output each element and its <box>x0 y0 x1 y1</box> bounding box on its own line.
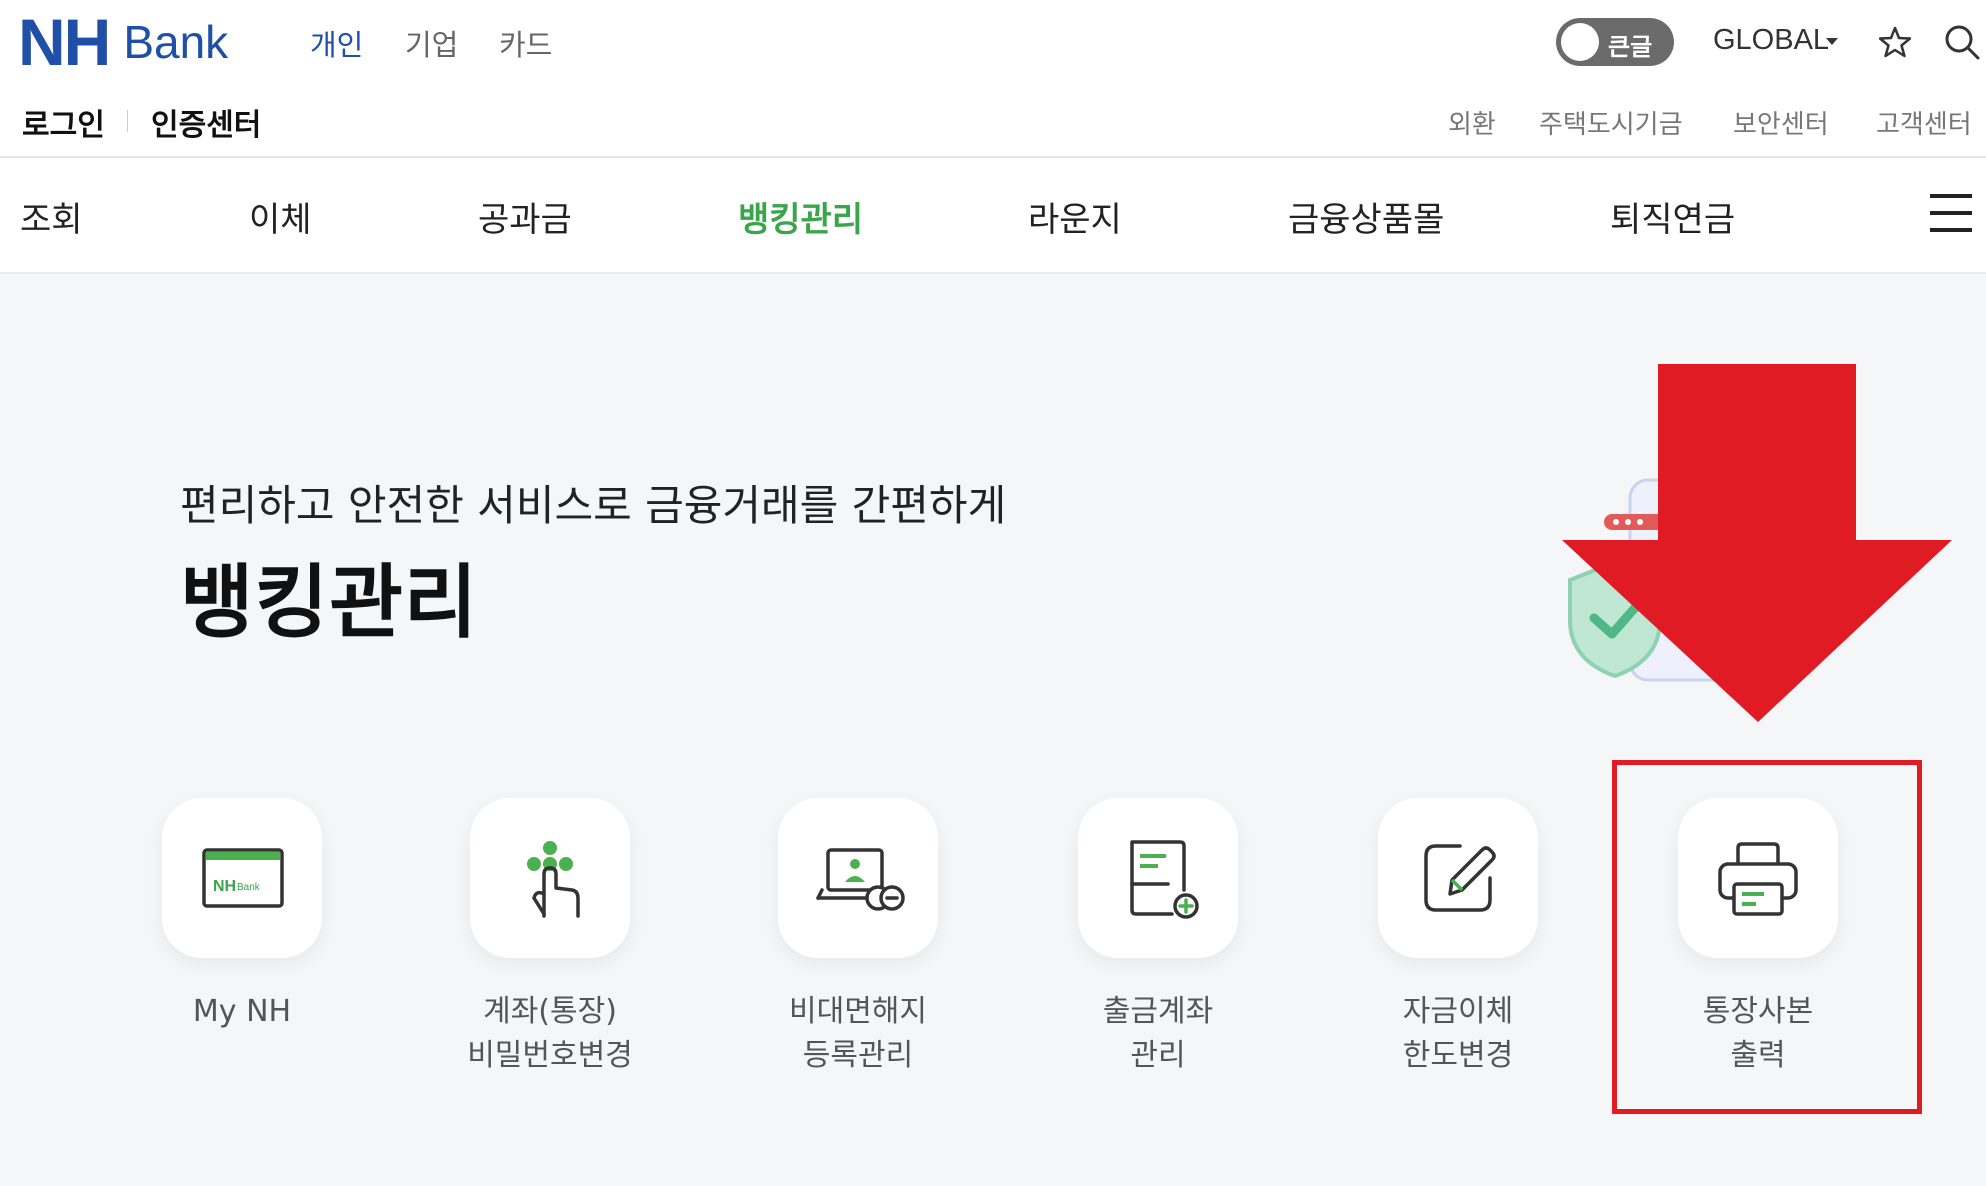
nh-bank-logo[interactable]: NH Bank <box>18 5 229 79</box>
svg-text:NH: NH <box>213 878 236 895</box>
service-label-line1: 비대면해지 <box>789 994 927 1029</box>
security-center-link[interactable]: 보안센터 <box>1733 104 1829 141</box>
menu-utility-bills[interactable]: 공과금 <box>478 192 572 241</box>
red-arrow-down-icon <box>1562 364 1952 722</box>
menu-financial-products[interactable]: 금융상품몰 <box>1288 192 1444 241</box>
search-icon[interactable] <box>1944 24 1980 60</box>
service-label-my-nh: My NH <box>92 990 392 1034</box>
large-text-toggle[interactable]: 큰글 <box>1556 18 1674 66</box>
hand-touch-icon <box>527 841 580 918</box>
service-label-line2: 등록관리 <box>802 1038 914 1073</box>
subbar-divider <box>127 110 128 132</box>
menu-banking-management[interactable]: 뱅킹관리 <box>738 192 863 241</box>
document-add-icon <box>1130 840 1199 919</box>
menu-lounge[interactable]: 라운지 <box>1028 192 1122 241</box>
toggle-knob <box>1561 23 1599 61</box>
service-card-transfer-limit[interactable] <box>1378 798 1538 958</box>
customer-center-link[interactable]: 고객센터 <box>1876 104 1972 141</box>
segment-tab-personal[interactable]: 개인 <box>310 22 363 64</box>
service-label-remote-closure: 비대면해지 등록관리 <box>708 990 1008 1078</box>
auth-center-link[interactable]: 인증센터 <box>151 100 261 144</box>
service-label-withdrawal-account: 출금계좌 관리 <box>1008 990 1308 1078</box>
service-label-transfer-limit: 자금이체 한도변경 <box>1308 990 1608 1078</box>
menu-divider <box>0 272 1986 274</box>
segment-tab-card[interactable]: 카드 <box>499 22 552 64</box>
menu-retirement-pension[interactable]: 퇴직연금 <box>1610 192 1735 241</box>
service-card-my-nh[interactable]: NH Bank <box>162 798 322 958</box>
star-icon[interactable] <box>1879 26 1911 58</box>
global-dropdown[interactable]: GLOBAL <box>1713 24 1829 57</box>
service-label-line2: 비밀번호변경 <box>467 1038 633 1073</box>
service-label-password-change: 계좌(통장) 비밀번호변경 <box>400 990 700 1078</box>
svg-text:Bank: Bank <box>237 882 261 893</box>
nh-card-icon: NH Bank <box>202 848 284 908</box>
hero-subtitle: 편리하고 안전한 서비스로 금융거래를 간편하게 <box>180 481 1007 530</box>
highlight-box <box>1612 760 1922 1114</box>
segment-tab-business[interactable]: 기업 <box>405 22 458 64</box>
edit-pen-icon <box>1424 844 1496 912</box>
menu-inquiry[interactable]: 조회 <box>20 192 83 241</box>
service-label-line1: 출금계좌 <box>1102 994 1214 1029</box>
menu-transfer[interactable]: 이체 <box>249 192 312 241</box>
housing-fund-link[interactable]: 주택도시기금 <box>1539 104 1683 141</box>
service-card-password-change[interactable] <box>470 798 630 958</box>
caret-down-icon <box>1826 38 1838 45</box>
logo-nh-text: NH <box>18 5 111 79</box>
foreign-exchange-link[interactable]: 외환 <box>1448 104 1496 141</box>
service-label-line1: 자금이체 <box>1402 994 1514 1029</box>
laptop-user-icon <box>816 848 905 911</box>
hamburger-icon[interactable] <box>1930 194 1972 232</box>
service-label-line2: 관리 <box>1130 1038 1186 1073</box>
login-link[interactable]: 로그인 <box>22 100 105 144</box>
service-label-line1: My NH <box>192 994 292 1029</box>
service-label-line1: 계좌(통장) <box>483 994 617 1029</box>
page-title: 뱅킹관리 <box>180 556 479 649</box>
service-card-remote-closure[interactable] <box>778 798 938 958</box>
logo-bank-text: Bank <box>123 16 229 68</box>
top-header <box>0 0 1986 156</box>
service-label-line2: 한도변경 <box>1402 1038 1514 1073</box>
toggle-label: 큰글 <box>1608 33 1653 61</box>
service-card-withdrawal-account[interactable] <box>1078 798 1238 958</box>
